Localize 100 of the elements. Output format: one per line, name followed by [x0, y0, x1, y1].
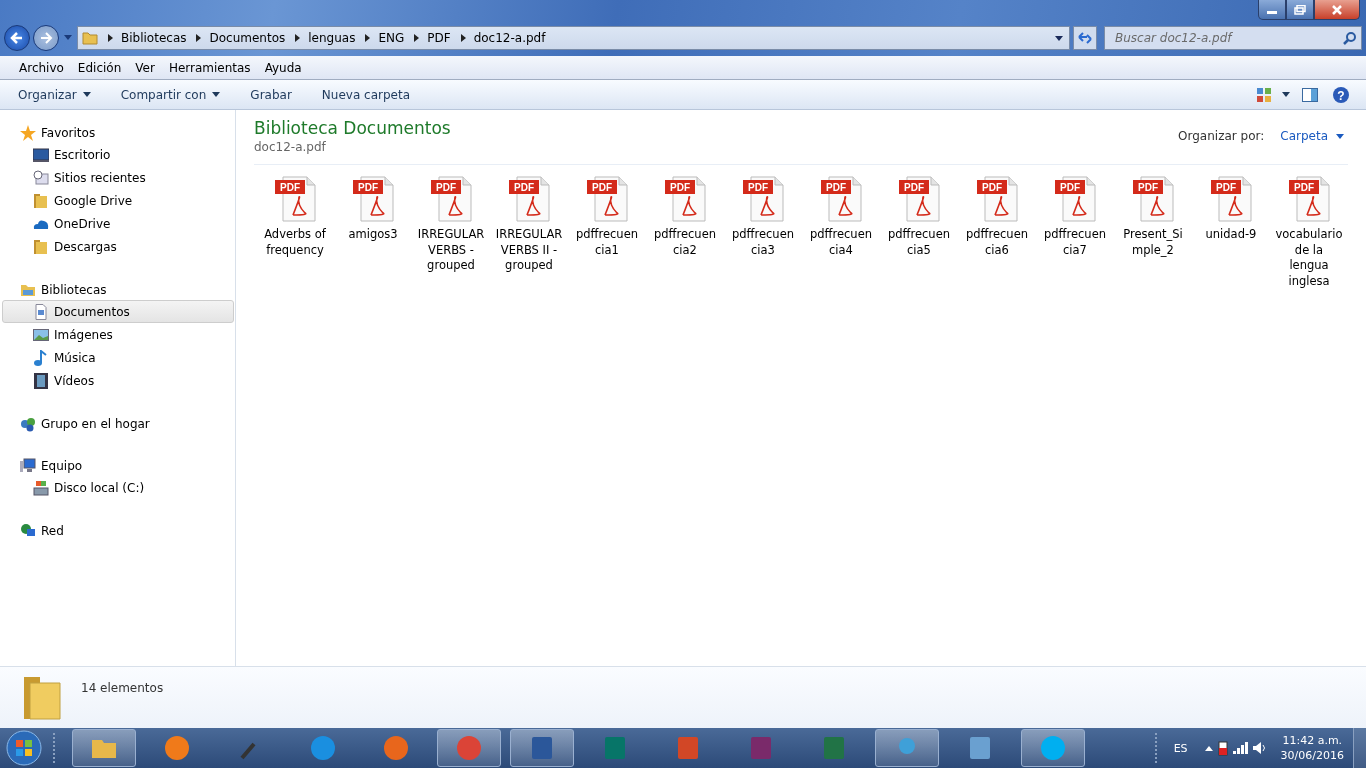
- taskbar-app[interactable]: [437, 729, 501, 767]
- nav-icon: [33, 303, 49, 320]
- menu-item[interactable]: Herramientas: [161, 60, 258, 75]
- file-name[interactable]: IRREGULAR VERBS - grouped: [417, 227, 485, 274]
- toolbar-button[interactable]: Organizar: [10, 83, 99, 106]
- taskbar-app[interactable]: [72, 729, 136, 767]
- nav-item[interactable]: Google Drive: [2, 189, 234, 212]
- file-name[interactable]: pdffrecuen cia5: [887, 227, 951, 258]
- search-field[interactable]: Buscar doc12-a.pdf: [1104, 26, 1362, 50]
- close-icon: [1331, 4, 1343, 15]
- help-button[interactable]: ?: [1330, 83, 1352, 106]
- nav-group[interactable]: Grupo en el hogar: [0, 413, 235, 434]
- file-name[interactable]: amigos3: [348, 227, 398, 243]
- folder-icon: [82, 30, 98, 46]
- breadcrumb[interactable]: PDF: [427, 31, 451, 45]
- file-name[interactable]: pdffrecuen cia6: [965, 227, 1029, 258]
- forward-button[interactable]: [33, 25, 59, 51]
- signal-icon[interactable]: [1232, 742, 1249, 754]
- app-icon: [163, 734, 191, 762]
- toolbar-button[interactable]: Grabar: [242, 83, 300, 106]
- chevron-icon[interactable]: [414, 34, 420, 42]
- file-name[interactable]: pdffrecuen cia1: [575, 227, 639, 258]
- taskbar-app[interactable]: [1021, 729, 1085, 767]
- arrange-label: Organizar por:: [1178, 129, 1265, 143]
- nav-item[interactable]: Disco local (C:): [2, 476, 234, 499]
- chevron-icon[interactable]: [460, 34, 466, 42]
- caret-icon: [212, 92, 221, 97]
- search-input[interactable]: Buscar doc12-a.pdf: [1113, 30, 1343, 46]
- close-button[interactable]: [1314, 0, 1360, 20]
- file-name[interactable]: pdffrecuen cia3: [731, 227, 795, 258]
- caret-icon: [1336, 133, 1344, 139]
- pane-icon: [1302, 87, 1318, 102]
- clock-date[interactable]: 30/06/2016: [1280, 748, 1344, 763]
- app-icon: [455, 734, 483, 762]
- volume-icon[interactable]: [1251, 741, 1268, 755]
- library-title: Biblioteca Documentos: [254, 118, 451, 138]
- app-icon: [309, 734, 337, 762]
- taskbar-app[interactable]: [875, 729, 939, 767]
- nav-icon: [20, 415, 36, 432]
- file-name[interactable]: Present_Si mple_2: [1123, 227, 1183, 258]
- app-icon: [382, 734, 410, 762]
- nav-item[interactable]: Vídeos: [2, 369, 234, 392]
- refresh-button[interactable]: [1073, 26, 1097, 50]
- history-caret-icon[interactable]: [64, 35, 72, 41]
- maximize-button[interactable]: [1286, 0, 1314, 20]
- nav-icon: [33, 192, 49, 209]
- menu-item[interactable]: Edición: [70, 60, 129, 75]
- item-count: 14 elementos: [81, 681, 164, 695]
- dropdown-caret-icon[interactable]: [1055, 35, 1063, 41]
- breadcrumb[interactable]: lenguas: [308, 31, 356, 45]
- breadcrumb[interactable]: ENG: [378, 31, 405, 45]
- nav-item[interactable]: OneDrive: [2, 212, 234, 235]
- language-indicator[interactable]: ES: [1173, 741, 1188, 755]
- chevron-icon[interactable]: [196, 34, 202, 42]
- breadcrumb[interactable]: Documentos: [209, 31, 286, 45]
- file-name[interactable]: pdffrecuen cia7: [1043, 227, 1107, 258]
- app-icon: [1039, 734, 1067, 762]
- file-name[interactable]: vocabulario de la lengua inglesa: [1275, 227, 1343, 289]
- nav-icon: [20, 457, 36, 474]
- battery-icon[interactable]: [1215, 740, 1230, 756]
- nav-group[interactable]: Favoritos: [0, 122, 235, 143]
- taskbar-app[interactable]: [510, 729, 574, 767]
- chevron-icon[interactable]: [108, 34, 113, 42]
- file-name[interactable]: pdffrecuen cia4: [809, 227, 873, 258]
- back-button[interactable]: [4, 25, 30, 51]
- nav-item[interactable]: Música: [2, 346, 234, 369]
- file-name[interactable]: unidad-9: [1205, 227, 1257, 243]
- arrange-dropdown[interactable]: Carpeta: [1276, 129, 1348, 143]
- preview-pane-button[interactable]: [1300, 85, 1320, 104]
- nav-group[interactable]: Bibliotecas: [0, 279, 235, 300]
- file-name[interactable]: IRREGULAR VERBS II - grouped: [495, 227, 563, 274]
- toolbar-button[interactable]: Nueva carpeta: [313, 83, 418, 106]
- address-bar[interactable]: Bibliotecas Documentos lenguas ENG PDF doc12-a.pdf: [77, 26, 1070, 50]
- minimize-button[interactable]: [1258, 0, 1286, 20]
- nav-group[interactable]: Red: [0, 520, 235, 541]
- nav-item[interactable]: Sitios recientes: [2, 166, 234, 189]
- caret-icon[interactable]: [1282, 92, 1290, 97]
- file-name[interactable]: Adverbs of frequency: [264, 227, 326, 258]
- back-arrow-icon: [10, 31, 24, 45]
- clock-time[interactable]: 11:42 a.m.: [1282, 733, 1343, 748]
- nav-item[interactable]: Imágenes: [2, 323, 234, 346]
- tray-caret-icon[interactable]: [1204, 745, 1213, 751]
- windows-logo-icon: [6, 730, 42, 766]
- breadcrumb[interactable]: Bibliotecas: [121, 31, 187, 45]
- toolbar-button[interactable]: Compartir con: [112, 83, 229, 106]
- breadcrumb[interactable]: doc12-a.pdf: [473, 31, 546, 45]
- chevron-icon[interactable]: [365, 34, 371, 42]
- nav-icon: [33, 146, 49, 163]
- nav-group[interactable]: Equipo: [0, 455, 235, 476]
- restore-icon: [1294, 4, 1306, 15]
- menu-item[interactable]: Ver: [128, 60, 162, 75]
- nav-item[interactable]: Descargas: [2, 235, 234, 258]
- menu-item[interactable]: Archivo: [12, 60, 71, 75]
- nav-item[interactable]: Documentos: [2, 300, 234, 323]
- nav-item[interactable]: Escritorio: [2, 143, 234, 166]
- minimize-icon: [1267, 11, 1277, 14]
- nav-icon: [33, 372, 49, 389]
- menu-item[interactable]: Ayuda: [257, 60, 309, 75]
- file-name[interactable]: pdffrecuen cia2: [653, 227, 717, 258]
- chevron-icon[interactable]: [295, 34, 301, 42]
